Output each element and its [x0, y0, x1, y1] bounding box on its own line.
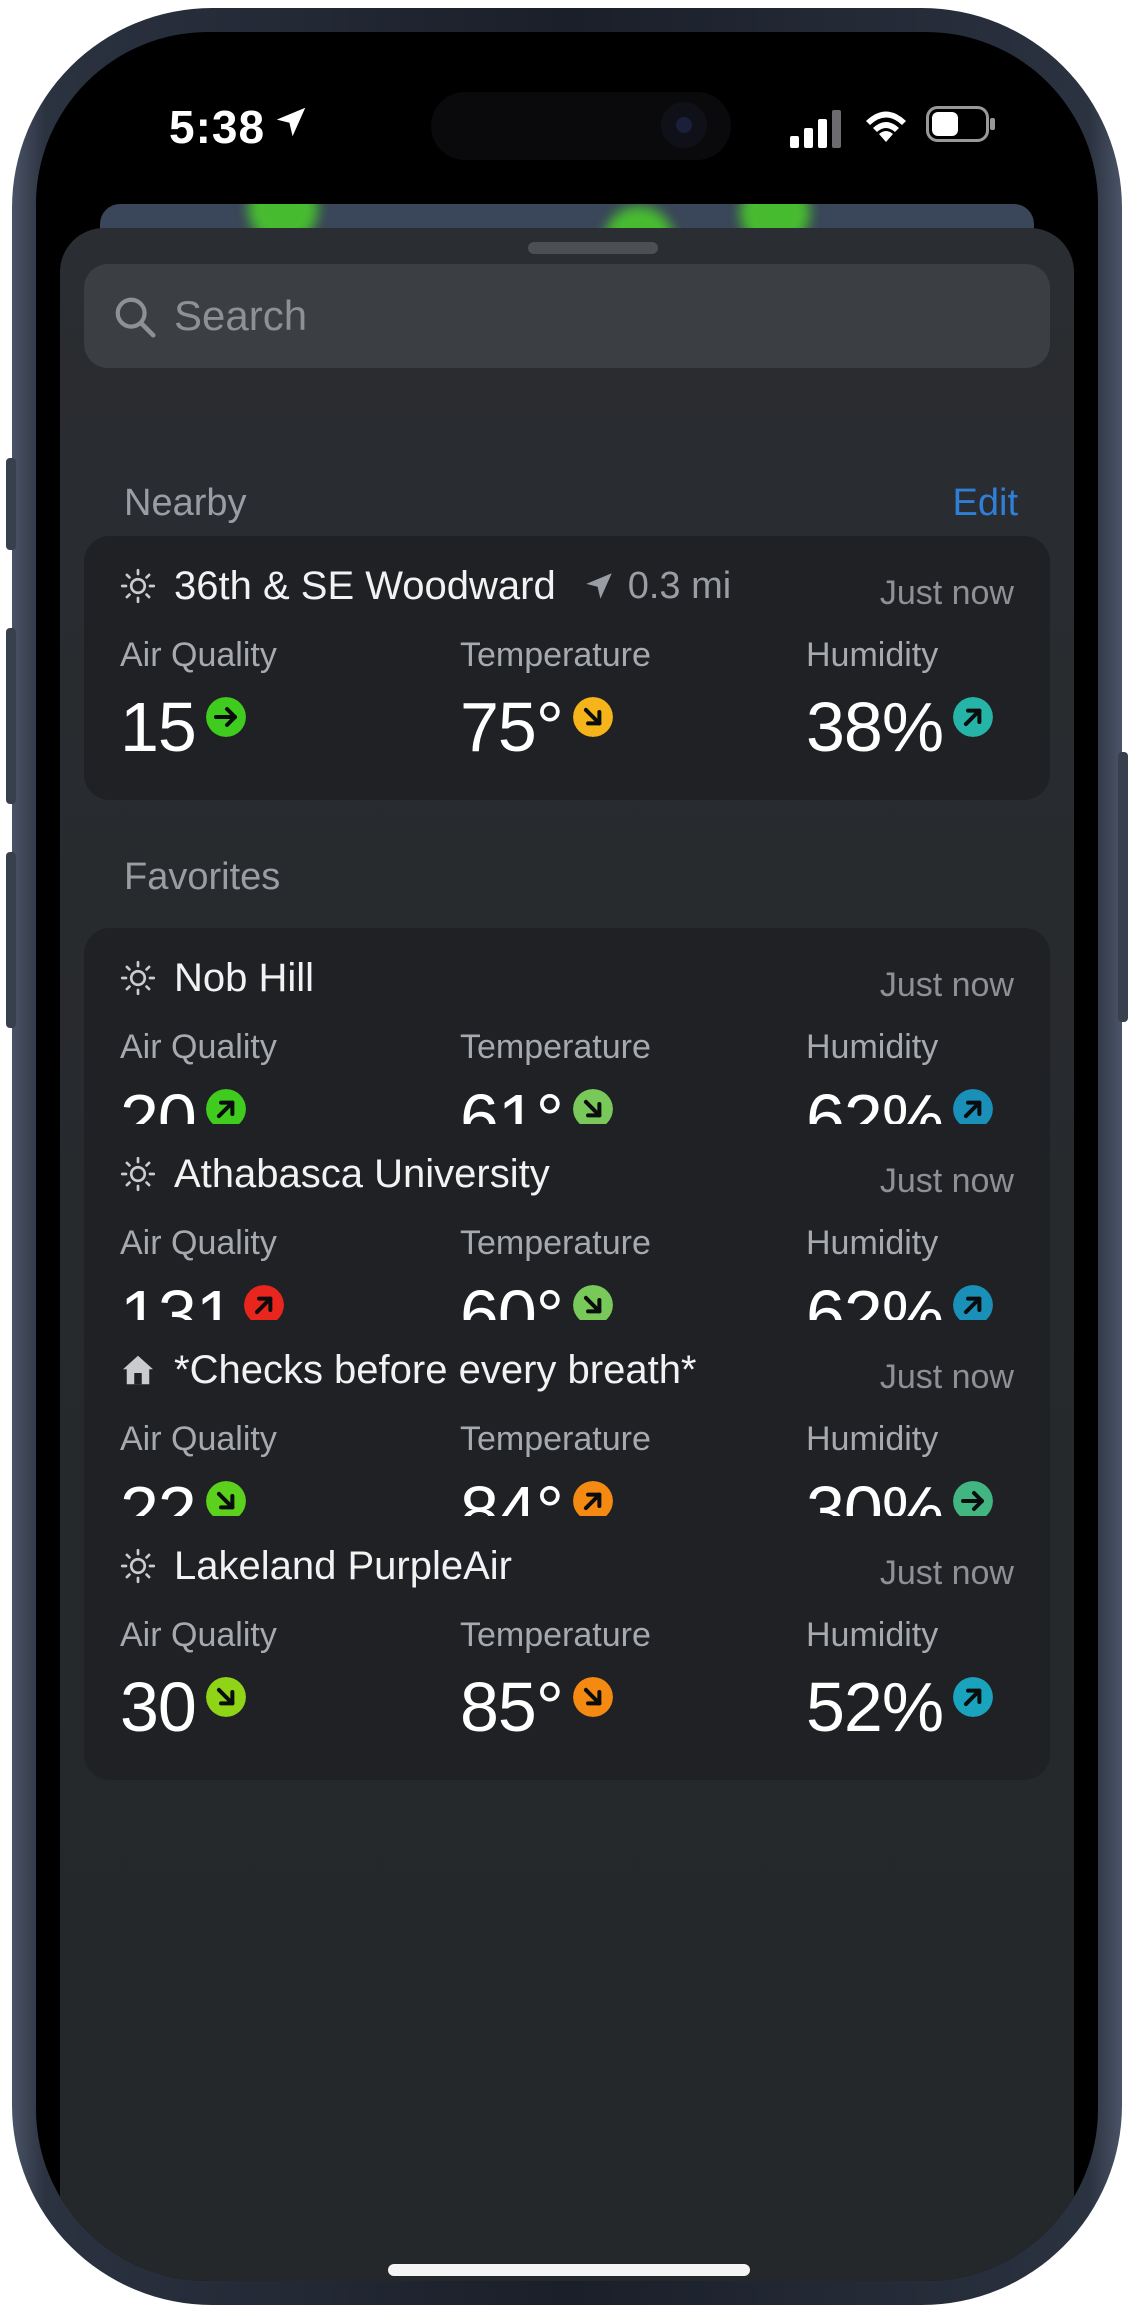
temperature-metric: Temperature 85° — [460, 1616, 651, 1745]
trend-arrow-icon — [572, 1089, 613, 1129]
metric-label: Temperature — [460, 1224, 651, 1262]
trend-arrow-icon — [243, 1285, 284, 1325]
volume-up-button — [6, 628, 16, 804]
status-time: 5:38 — [169, 101, 266, 153]
section-title-nearby: Nearby — [124, 482, 247, 524]
location-name: 36th & SE Woodward — [174, 563, 556, 608]
metric-label: Humidity — [806, 636, 939, 674]
trend-arrow-icon — [953, 1089, 994, 1129]
metric-label: Humidity — [806, 1616, 939, 1654]
humidity-value: 52% — [806, 1668, 944, 1746]
cellular-signal-icon — [790, 110, 841, 148]
humidity-value: 38% — [806, 688, 944, 766]
metric-label: Air Quality — [120, 1028, 277, 1066]
metric-label: Temperature — [460, 1616, 651, 1654]
action-button — [6, 458, 16, 550]
temperature-value: 85° — [460, 1668, 564, 1746]
metric-label: Air Quality — [120, 1616, 277, 1654]
trend-arrow-icon — [572, 1481, 613, 1521]
air-quality-metric: Air Quality 15 — [120, 636, 277, 765]
home-indicator[interactable] — [388, 2264, 750, 2276]
trend-arrow-icon — [953, 697, 994, 737]
metric-label: Temperature — [460, 1028, 651, 1066]
air-quality-value: 30 — [120, 1668, 197, 1746]
search-bar[interactable] — [84, 264, 1050, 368]
sun-icon — [120, 960, 156, 996]
sun-icon — [120, 568, 156, 604]
updated-time: Just now — [879, 1162, 1014, 1200]
section-title-favorites: Favorites — [124, 856, 281, 898]
humidity-metric: Humidity 38% — [806, 636, 994, 766]
location-name: Nob Hill — [174, 955, 315, 1000]
updated-time: Just now — [879, 966, 1014, 1004]
metric-label: Air Quality — [120, 1420, 277, 1458]
location-distance: 0.3 mi — [627, 564, 732, 607]
metric-label: Humidity — [806, 1028, 939, 1066]
sun-icon — [120, 1548, 156, 1584]
trend-arrow-icon — [205, 1481, 246, 1521]
location-arrow-icon — [585, 573, 612, 599]
air-quality-metric: Air Quality 30 — [120, 1616, 277, 1745]
battery-icon — [926, 106, 995, 142]
updated-time: Just now — [879, 1554, 1014, 1592]
updated-time: Just now — [879, 1358, 1014, 1396]
trend-arrow-icon — [572, 1285, 613, 1325]
location-name: Lakeland PurpleAir — [174, 1543, 512, 1588]
air-quality-value: 15 — [120, 688, 197, 766]
trend-arrow-icon — [205, 1677, 246, 1717]
locations-sheet: Nearby Edit 36th & SE Woodward — [60, 228, 1074, 2281]
location-card[interactable]: Lakeland PurpleAir Just now Air Quality … — [84, 1516, 1050, 1780]
metric-label: Air Quality — [120, 1224, 277, 1262]
location-name: Athabasca University — [174, 1151, 550, 1196]
metric-label: Air Quality — [120, 636, 277, 674]
trend-arrow-icon — [205, 1089, 246, 1129]
location-arrow-icon — [276, 107, 306, 137]
power-button — [1118, 752, 1128, 1022]
search-input[interactable] — [174, 286, 1014, 346]
wifi-icon — [866, 111, 906, 142]
metric-label: Temperature — [460, 636, 651, 674]
metric-label: Humidity — [806, 1420, 939, 1458]
sheet-grabber[interactable] — [528, 242, 658, 254]
camera — [661, 102, 707, 148]
volume-down-button — [6, 852, 16, 1028]
trend-arrow-icon — [572, 697, 613, 737]
trend-arrow-icon — [953, 1285, 994, 1325]
metric-label: Temperature — [460, 1420, 651, 1458]
screen: 5:38 Search Nearby Edit 36th & SE Woodwa… — [36, 32, 1098, 2281]
trend-arrow-icon — [953, 1481, 994, 1521]
location-name: *Checks before every breath* — [174, 1347, 697, 1392]
temperature-value: 75° — [460, 688, 564, 766]
temperature-metric: Temperature 75° — [460, 636, 651, 765]
status-bar: 5:38 — [36, 32, 1098, 222]
edit-button[interactable]: Edit — [953, 482, 1018, 525]
house-icon — [123, 1355, 153, 1385]
trend-arrow-icon — [572, 1677, 613, 1717]
search-icon — [115, 297, 156, 338]
trend-arrow-icon — [205, 697, 246, 737]
metric-label: Humidity — [806, 1224, 939, 1262]
sun-icon — [120, 1156, 156, 1192]
trend-arrow-icon — [953, 1677, 994, 1717]
humidity-metric: Humidity 52% — [806, 1616, 994, 1746]
updated-time: Just now — [879, 574, 1014, 612]
location-card[interactable]: 36th & SE Woodward 0.3 mi Just now Air Q… — [84, 536, 1050, 800]
